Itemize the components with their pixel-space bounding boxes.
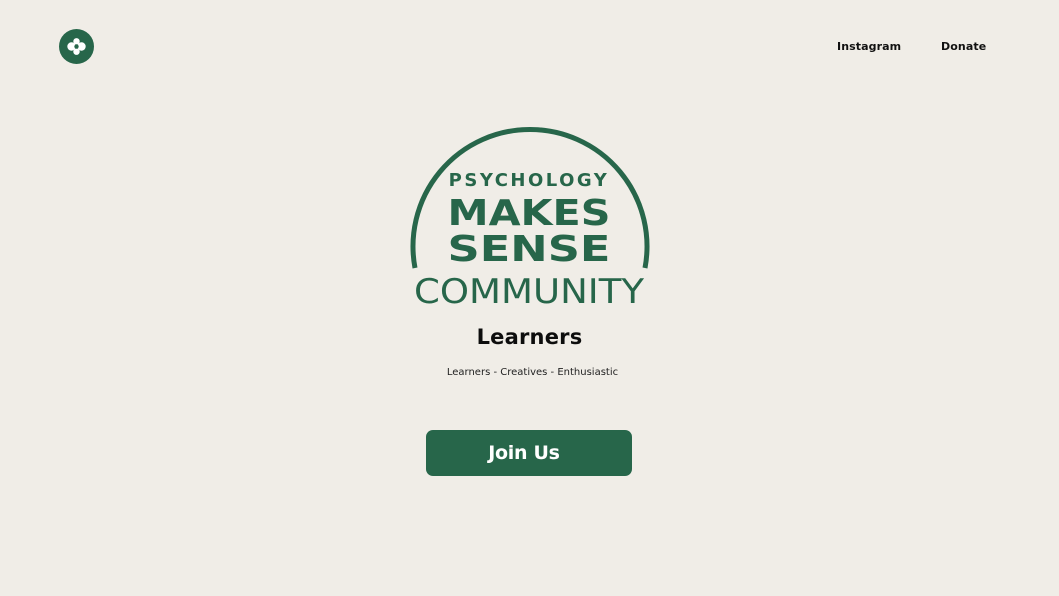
page-title: Learners bbox=[476, 325, 583, 349]
community-emblem: PSYCHOLOGY MAKES SENSE COMMUNITY bbox=[400, 112, 660, 312]
page-subtitle: Learners - Creatives - Enthusiastic bbox=[446, 367, 619, 378]
emblem-line-makes: MAKES bbox=[448, 193, 611, 234]
emblem-line-psychology: PSYCHOLOGY bbox=[449, 170, 610, 191]
emblem-line-community: COMMUNITY bbox=[414, 272, 644, 312]
join-us-button[interactable]: Join Us bbox=[426, 430, 632, 476]
nav-link-instagram[interactable]: Instagram bbox=[837, 40, 901, 53]
nav-link-donate[interactable]: Donate bbox=[941, 40, 986, 53]
emblem-line-sense: SENSE bbox=[448, 229, 611, 270]
top-nav: Instagram Donate bbox=[0, 40, 1059, 56]
